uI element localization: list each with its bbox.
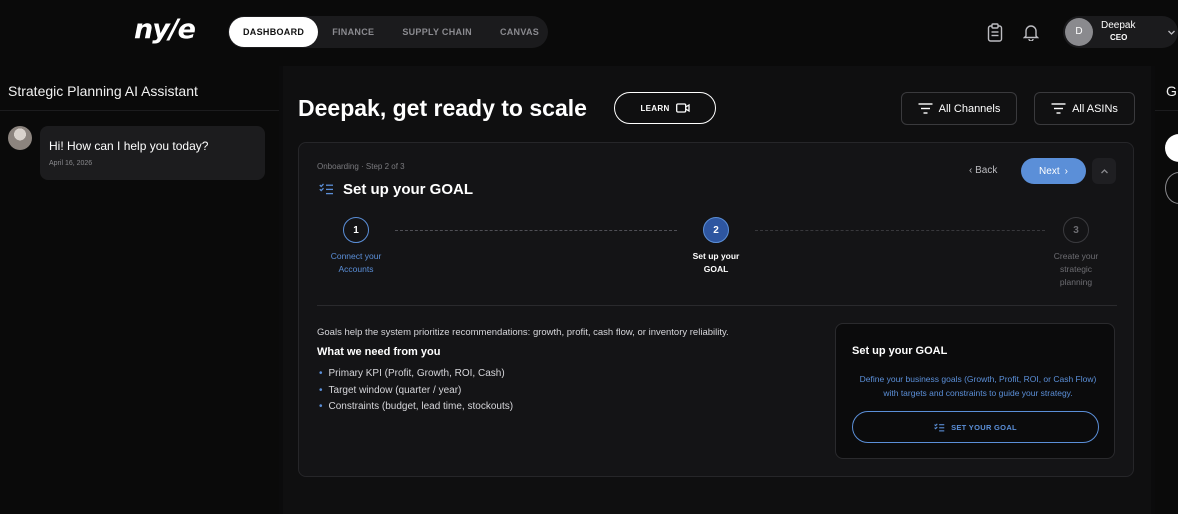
goal-intro-text: Goals help the system prioritize recomme…: [317, 327, 729, 338]
set-your-goal-label: SET YOUR GOAL: [951, 422, 1017, 432]
next-button[interactable]: Next ›: [1021, 158, 1086, 184]
step-circle-1[interactable]: 1: [343, 217, 369, 243]
requirements-list: Primary KPI (Profit, Growth, ROI, Cash) …: [319, 368, 514, 418]
assistant-avatar: [8, 126, 32, 150]
checklist-icon: [934, 422, 945, 431]
top-bar: ny/e DASHBOARD FINANCE SUPPLY CHAIN CANV…: [0, 0, 1178, 66]
step-label-3: Create your strategic planning: [1053, 251, 1099, 287]
tab-supply-chain[interactable]: SUPPLY CHAIN: [388, 17, 486, 47]
chevron-down-icon: [1167, 24, 1176, 42]
main-content: Deepak, get ready to scale LEARN All Cha…: [283, 66, 1151, 514]
goal-card-title: Set up your GOAL: [852, 345, 948, 357]
filter-icon: [1051, 103, 1066, 114]
assistant-title: Strategic Planning AI Assistant: [8, 83, 198, 99]
tab-finance[interactable]: FINANCE: [318, 17, 388, 47]
video-icon: [675, 103, 690, 113]
chevron-left-icon: ‹: [969, 165, 973, 176]
user-role: CEO: [1110, 33, 1128, 42]
learn-button[interactable]: LEARN: [614, 92, 716, 124]
list-item: Primary KPI (Profit, Growth, ROI, Cash): [319, 368, 513, 385]
step-circle-3[interactable]: 3: [1063, 217, 1089, 243]
filter-icon: [918, 103, 933, 114]
step-label-2: Set up your GOAL: [692, 251, 740, 274]
step-label-1: Connect your Accounts: [330, 251, 382, 274]
channels-filter-button[interactable]: All Channels: [901, 92, 1017, 125]
chat-message-date: April 16, 2026: [49, 160, 93, 167]
onboarding-breadcrumb: Onboarding · Step 2 of 3: [317, 162, 405, 171]
assistant-panel: Strategic Planning AI Assistant Hi! How …: [0, 66, 279, 514]
divider: [1155, 110, 1178, 111]
divider: [0, 110, 279, 111]
list-item: Constraints (budget, lead time, stockout…: [319, 401, 514, 418]
tab-dashboard[interactable]: DASHBOARD: [229, 17, 319, 47]
chat-message: Hi! How can I help you today? April 16, …: [40, 126, 265, 180]
right-panel-option[interactable]: [1165, 172, 1178, 204]
channels-filter-label: All Channels: [938, 102, 1001, 115]
right-panel: G: [1155, 66, 1178, 514]
right-panel-option[interactable]: [1165, 134, 1178, 162]
step-circle-2[interactable]: 2: [703, 217, 729, 243]
set-your-goal-button[interactable]: SET YOUR GOAL: [852, 411, 1099, 443]
onboarding-card: Onboarding · Step 2 of 3 Set up your GOA…: [298, 142, 1134, 477]
tab-canvas[interactable]: CANVAS: [486, 17, 553, 47]
requirements-title: What we need from you: [317, 346, 441, 358]
stepper-connector: [755, 230, 1045, 231]
back-button[interactable]: ‹ Back: [969, 165, 997, 176]
onboarding-title: Set up your GOAL: [343, 181, 474, 198]
bell-icon[interactable]: [1021, 21, 1041, 43]
next-button-label: Next: [1039, 165, 1060, 177]
avatar: D: [1065, 18, 1093, 46]
divider: [317, 305, 1117, 306]
chevron-right-icon: ›: [1064, 165, 1068, 177]
learn-button-label: LEARN: [640, 103, 670, 113]
goal-card-description: Define your business goals (Growth, Prof…: [859, 374, 1097, 398]
collapse-button[interactable]: [1092, 158, 1116, 184]
main-nav: DASHBOARD FINANCE SUPPLY CHAIN CANVAS: [228, 16, 548, 48]
checklist-icon: [319, 182, 334, 200]
list-item: Target window (quarter / year): [319, 385, 513, 402]
chevron-up-icon: [1100, 168, 1108, 173]
chat-message-text: Hi! How can I help you today?: [49, 139, 209, 153]
page-title: Deepak, get ready to scale: [298, 95, 587, 121]
user-name: Deepak: [1101, 20, 1136, 31]
stepper-connector: [395, 230, 677, 231]
user-profile-menu[interactable]: D Deepak CEO: [1063, 16, 1178, 48]
right-panel-title: G: [1166, 83, 1177, 99]
nyle-logo[interactable]: ny/e: [134, 14, 196, 45]
clipboard-icon[interactable]: [985, 21, 1005, 43]
asins-filter-label: All ASINs: [1072, 102, 1118, 115]
back-button-label: Back: [975, 165, 998, 176]
asins-filter-button[interactable]: All ASINs: [1034, 92, 1135, 125]
goal-setup-card: Set up your GOAL Define your business go…: [835, 323, 1115, 459]
